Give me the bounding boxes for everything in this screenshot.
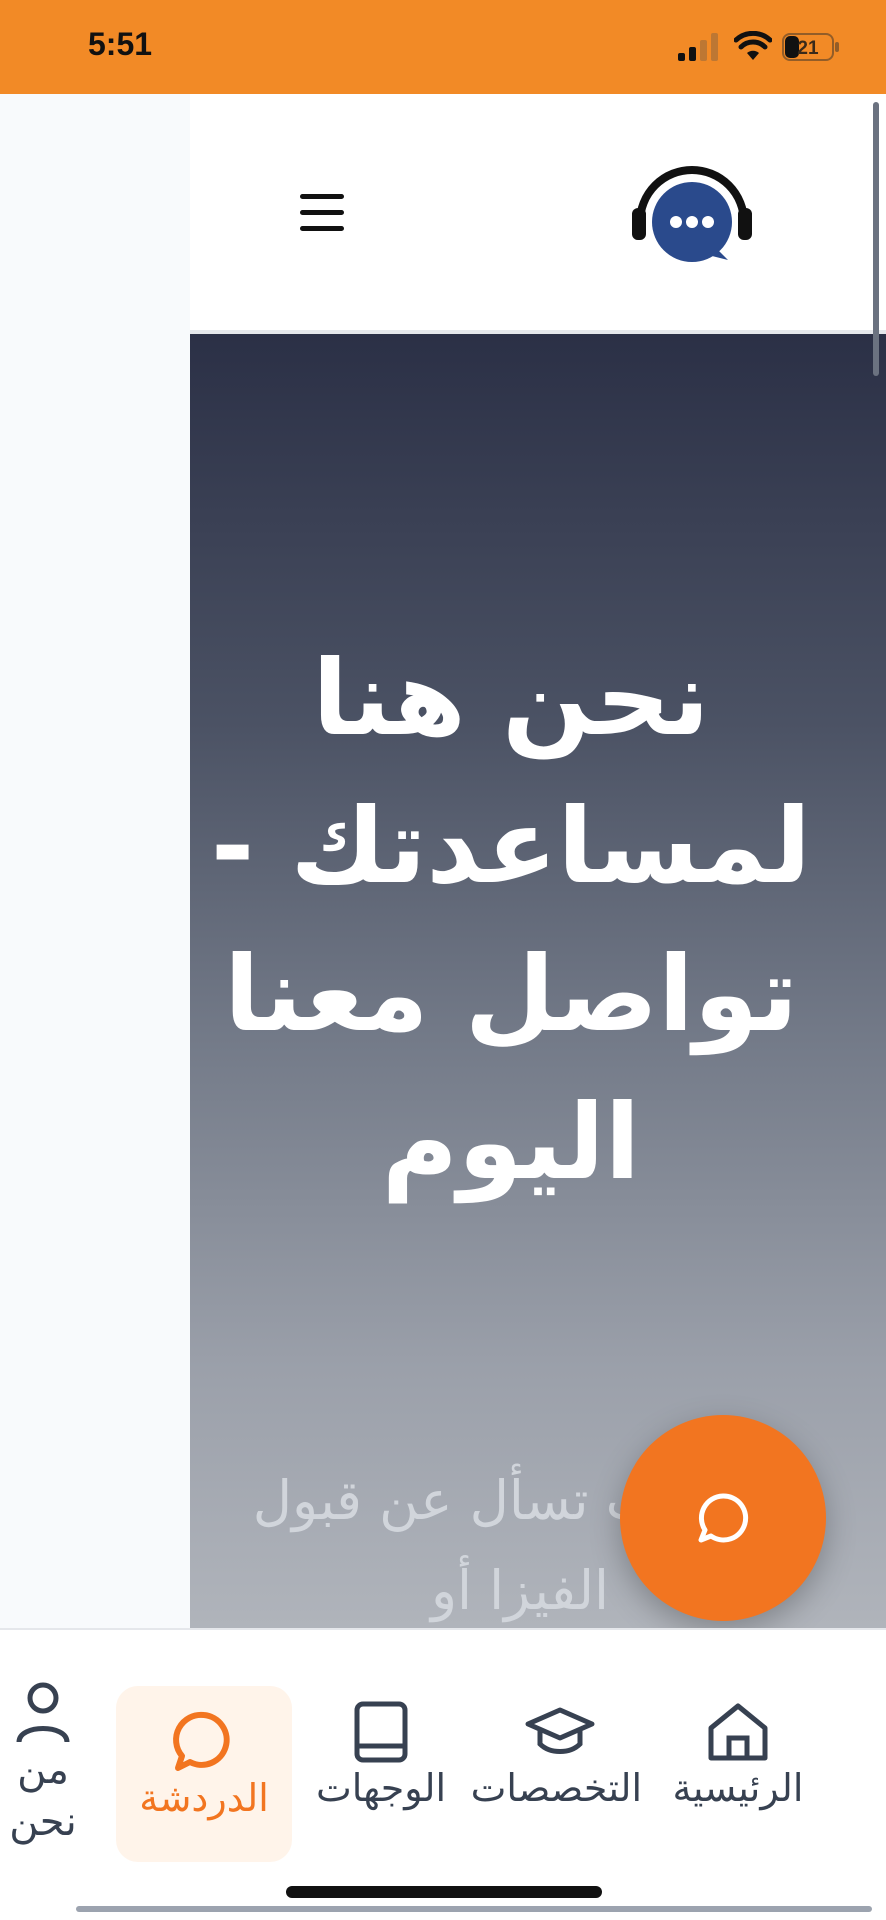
cellular-signal-icon bbox=[678, 33, 718, 61]
hero-title: نحن هنا لمساعدتك - تواصل معنا اليوم bbox=[210, 637, 812, 1203]
page-scrollbar[interactable] bbox=[873, 102, 879, 376]
nav-item-chat[interactable]: الدردشة bbox=[116, 1686, 292, 1862]
chat-bubble-icon bbox=[698, 1493, 749, 1543]
floating-chat-button[interactable] bbox=[620, 1415, 826, 1621]
nav-item-home[interactable]: الرئيسية bbox=[664, 1700, 812, 1812]
status-time: 5:51 bbox=[88, 26, 153, 62]
horizontal-scrollbar[interactable] bbox=[76, 1906, 872, 1912]
page: 5:51 21 نحن هنا لمساعدتك - تواصل معنا ال… bbox=[0, 0, 886, 1920]
nav-label-majors: التخصصات bbox=[470, 1766, 642, 1810]
home-indicator[interactable] bbox=[286, 1886, 602, 1898]
nav-label-about: من نحن bbox=[9, 1747, 77, 1845]
nav-item-destinations[interactable]: الوجهات bbox=[300, 1700, 462, 1812]
wifi-icon bbox=[734, 31, 772, 60]
battery-icon: 21 bbox=[782, 33, 839, 61]
headset-chat-icon[interactable] bbox=[628, 160, 756, 264]
home-icon bbox=[708, 1703, 768, 1761]
nav-label-home: الرئيسية bbox=[672, 1766, 804, 1810]
site-header bbox=[190, 94, 886, 334]
nav-label-destinations: الوجهات bbox=[315, 1766, 447, 1810]
graduation-cap-icon bbox=[525, 1707, 595, 1754]
battery-level: 21 bbox=[797, 38, 819, 59]
nav-item-majors[interactable]: التخصصات bbox=[470, 1700, 642, 1812]
left-gutter bbox=[0, 94, 190, 1628]
chat-bubble-icon bbox=[173, 1711, 230, 1771]
book-icon bbox=[354, 1701, 408, 1763]
nav-label-chat: الدردشة bbox=[139, 1776, 269, 1820]
user-icon bbox=[16, 1682, 70, 1743]
status-bar: 5:51 21 bbox=[0, 0, 886, 94]
nav-item-about[interactable]: من نحن bbox=[0, 1680, 86, 1848]
hamburger-menu-icon[interactable] bbox=[296, 190, 350, 236]
